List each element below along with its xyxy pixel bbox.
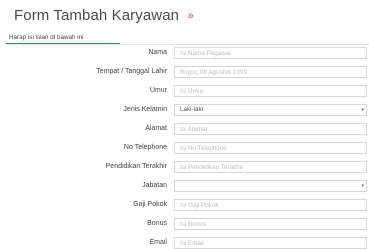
tempat-tanggal-lahir-label: Tempat / Tanggal Lahir <box>96 68 167 75</box>
nama-input[interactable] <box>174 47 367 59</box>
pendidikan-terakhir-input[interactable] <box>174 161 367 173</box>
email-label: Email <box>149 239 167 246</box>
jabatan-select[interactable]: ▾ <box>174 180 367 192</box>
row-ttl: Tempat / Tanggal Lahir <box>0 66 369 78</box>
gaji-pokok-input[interactable] <box>174 199 367 211</box>
page-header: Form Tambah Karyawan » <box>14 7 194 29</box>
page-title: Form Tambah Karyawan <box>14 7 180 24</box>
bonus-input[interactable] <box>174 218 367 230</box>
row-alamat: Alamat <box>0 123 369 135</box>
no-telephone-input[interactable] <box>174 142 367 154</box>
tempat-tanggal-lahir-input[interactable] <box>174 66 367 78</box>
row-gaji-pokok: Gaji Pokok <box>0 199 369 211</box>
no-telephone-label: No Telephone <box>123 144 167 151</box>
jenis-kelamin-select[interactable]: Laki-laki ▾ <box>174 104 367 116</box>
row-no-telephone: No Telephone <box>0 142 369 154</box>
jabatan-label: Jabatan <box>142 182 167 189</box>
row-bonus: Bonus <box>0 218 369 230</box>
umur-input[interactable] <box>174 85 367 97</box>
row-jabatan: Jabatan ▾ <box>0 180 369 192</box>
dropdown-arrow-icon: ▾ <box>361 107 364 113</box>
alamat-input[interactable] <box>174 123 367 135</box>
row-jenis-kelamin: Jenis Kelamin Laki-laki ▾ <box>0 104 369 116</box>
nama-label: Nama <box>148 49 167 56</box>
row-pendidikan: Pendidikan Terakhir <box>0 161 369 173</box>
row-nama: Nama <box>0 47 369 59</box>
jenis-kelamin-label: Jenis Kelamin <box>123 106 167 113</box>
bonus-label: Bonus <box>147 220 167 227</box>
jenis-kelamin-value: Laki-laki <box>180 106 204 113</box>
tab-divider <box>6 44 369 45</box>
gaji-pokok-label: Gaji Pokok <box>133 201 167 208</box>
alamat-label: Alamat <box>145 125 167 132</box>
double-chevron-icon: » <box>187 10 194 22</box>
email-input[interactable] <box>174 237 367 249</box>
umur-label: Umur <box>149 87 167 94</box>
dropdown-arrow-icon: ▾ <box>361 183 364 189</box>
pendidikan-terakhir-label: Pendidikan Terakhir <box>105 163 167 170</box>
row-email: Email <box>0 237 369 249</box>
row-umur: Umur <box>0 85 369 97</box>
